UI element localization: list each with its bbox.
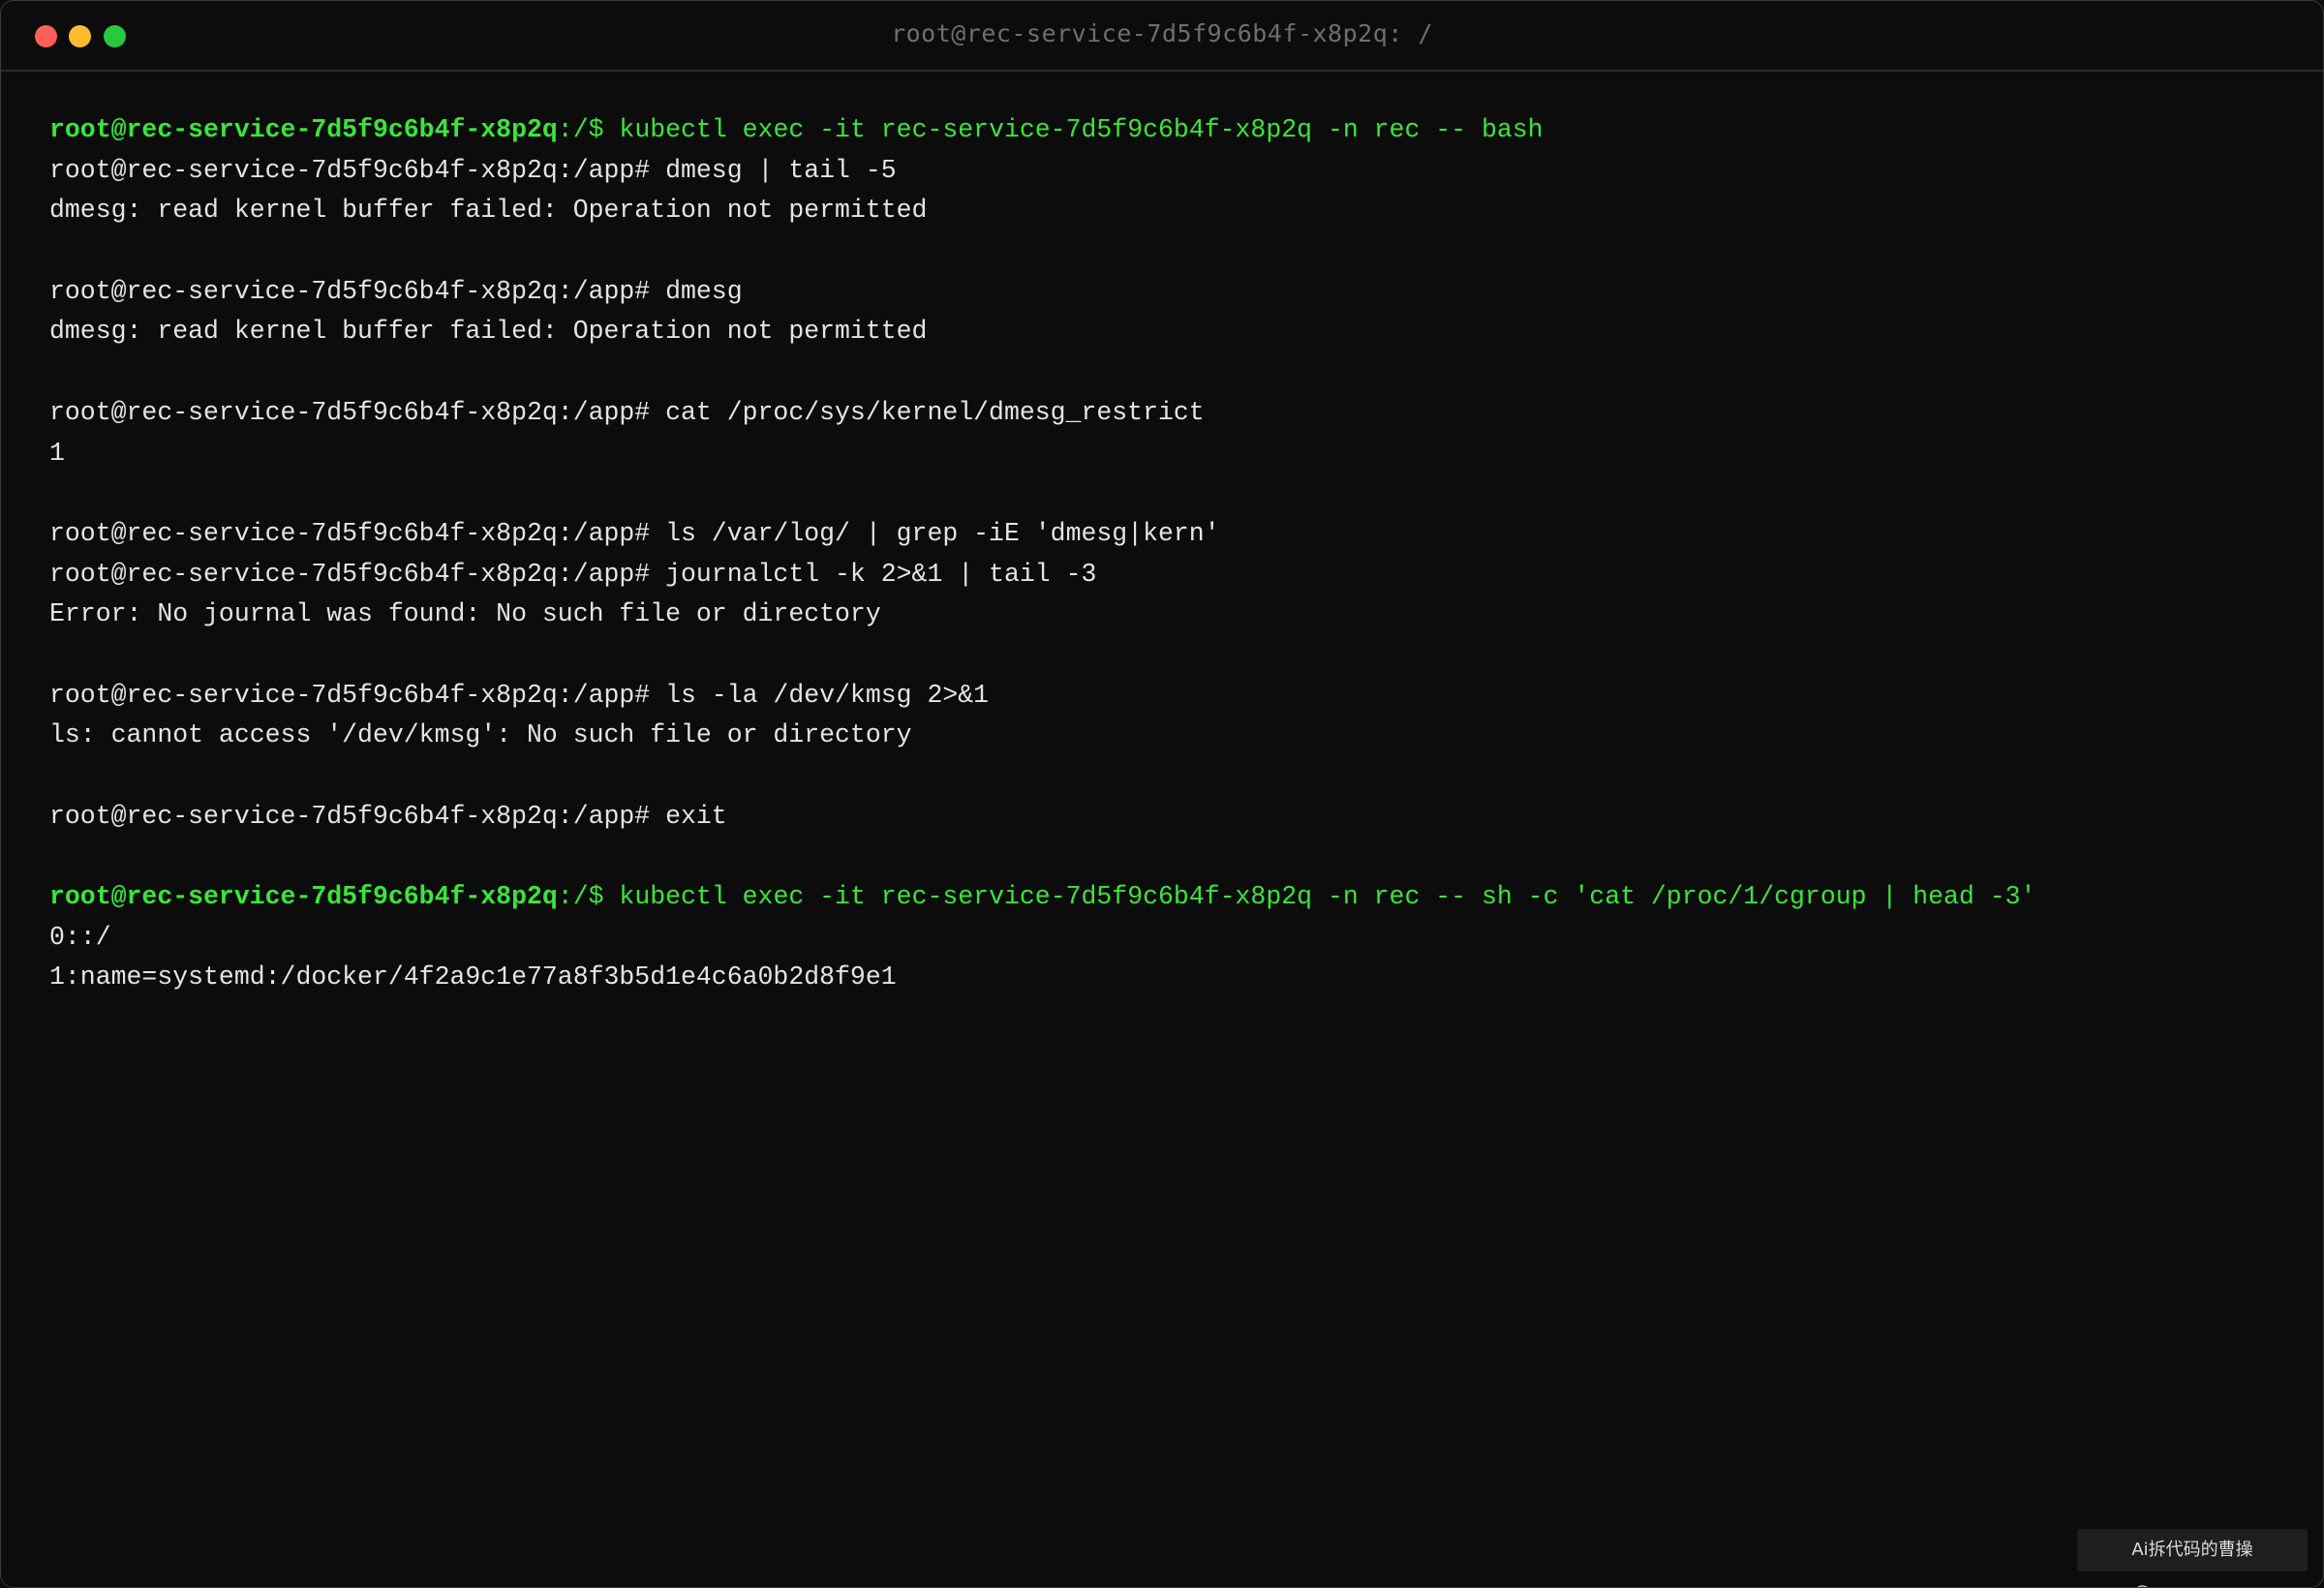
terminal-line: root@rec-service-7d5f9c6b4f-x8p2q:/$ kub…: [49, 877, 2296, 918]
terminal-output[interactable]: root@rec-service-7d5f9c6b4f-x8p2q:/$ kub…: [49, 110, 2296, 998]
terminal-line: 1:name=systemd:/docker/4f2a9c1e77a8f3b5d…: [49, 962, 897, 992]
terminal-line: dmesg: read kernel buffer failed: Operat…: [49, 317, 928, 347]
terminal-line: 0::/: [49, 922, 111, 952]
window-title: root@rec-service-7d5f9c6b4f-x8p2q: /: [891, 19, 1433, 47]
terminal-line: ls: cannot access '/dev/kmsg': No such f…: [49, 720, 912, 750]
command-text: kubectl exec -it rec-service-7d5f9c6b4f-…: [619, 115, 1544, 144]
command-text: kubectl exec -it rec-service-7d5f9c6b4f-…: [619, 882, 2036, 912]
terminal-line: root@rec-service-7d5f9c6b4f-x8p2q:/app# …: [49, 559, 1097, 589]
prompt-user-host: root@rec-service-7d5f9c6b4f-x8p2q: [49, 115, 558, 144]
terminal-line: root@rec-service-7d5f9c6b4f-x8p2q:/app# …: [49, 276, 743, 306]
terminal-line: root@rec-service-7d5f9c6b4f-x8p2q:/app# …: [49, 801, 727, 831]
terminal-window: root@rec-service-7d5f9c6b4f-x8p2q: / roo…: [0, 0, 2324, 1588]
terminal-line: root@rec-service-7d5f9c6b4f-x8p2q:/app# …: [49, 680, 990, 710]
terminal-line: Error: No journal was found: No such fil…: [49, 599, 881, 629]
terminal-line: root@rec-service-7d5f9c6b4f-x8p2q:/app# …: [49, 518, 1220, 548]
terminal-line: dmesg: read kernel buffer failed: Operat…: [49, 196, 928, 226]
prompt-user-host: root@rec-service-7d5f9c6b4f-x8p2q: [49, 882, 558, 912]
prompt-path: :/$: [557, 882, 620, 912]
title-bar: root@rec-service-7d5f9c6b4f-x8p2q: /: [1, 1, 2323, 72]
terminal-line: root@rec-service-7d5f9c6b4f-x8p2q:/app# …: [49, 155, 897, 185]
terminal-line: root@rec-service-7d5f9c6b4f-x8p2q:/app# …: [49, 397, 1205, 427]
watermark: Ai拆代码的曹操@opencao.cn: [2077, 1529, 2308, 1587]
terminal-line: 1: [49, 438, 65, 468]
terminal-line: root@rec-service-7d5f9c6b4f-x8p2q:/$ kub…: [49, 110, 2296, 151]
prompt-path: :/$: [557, 115, 620, 144]
